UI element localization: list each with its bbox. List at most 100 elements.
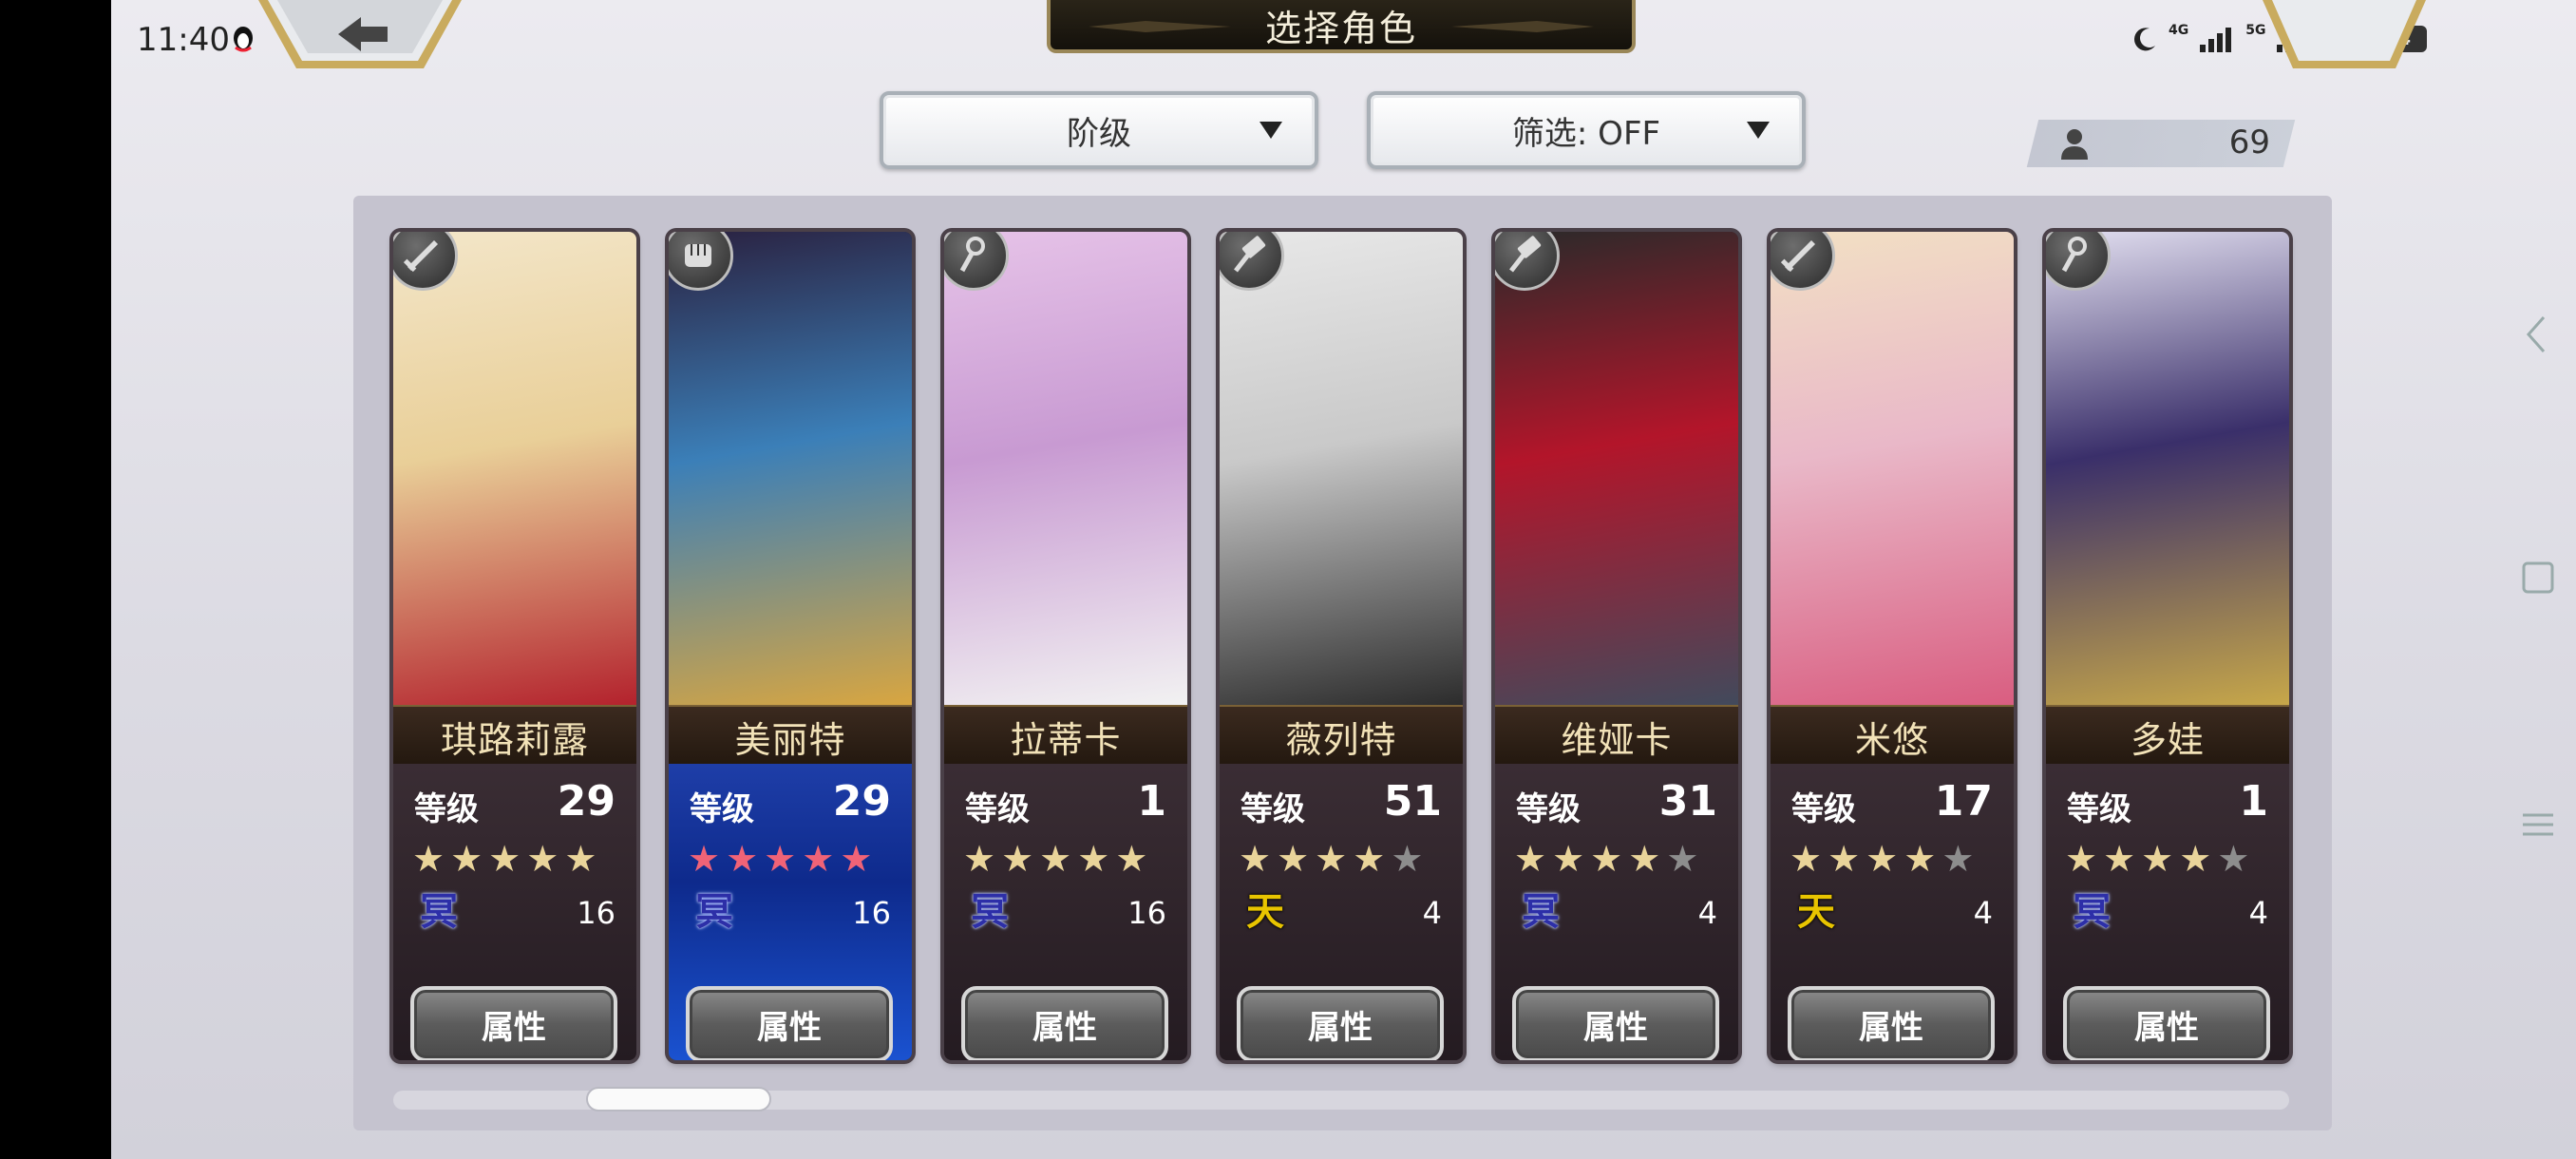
nav-back-icon[interactable] xyxy=(2521,314,2551,355)
sort-dropdown[interactable]: 阶级 xyxy=(880,91,1318,169)
attributes-button-label: 属性 xyxy=(2134,1008,2199,1047)
star-filled-icon: ★ xyxy=(726,838,759,880)
star-filled-icon: ★ xyxy=(1828,838,1861,880)
star-filled-icon: ★ xyxy=(526,838,559,880)
star-filled-icon: ★ xyxy=(2141,838,2174,880)
star-empty-icon: ★ xyxy=(2217,838,2250,880)
character-card[interactable]: 美丽特 等级 29 ★ ★ ★ ★ ★ 冥 16 属性 xyxy=(669,232,912,1060)
filter-dropdown[interactable]: 筛选: OFF xyxy=(1367,91,1806,169)
corner-ornament xyxy=(2263,0,2426,68)
character-card[interactable]: 多娃 等级 1 ★ ★ ★ ★ ★ 冥 4 属性 xyxy=(2046,232,2289,1060)
character-portrait[interactable] xyxy=(1220,232,1463,707)
character-card[interactable]: 薇列特 等级 51 ★ ★ ★ ★ ★ 天 4 属性 xyxy=(1220,232,1463,1060)
character-portrait[interactable] xyxy=(2046,232,2289,707)
network-4g-label: 4G xyxy=(2169,23,2189,38)
character-name: 拉蒂卡 xyxy=(1010,718,1122,761)
character-name: 多娃 xyxy=(2130,718,2205,761)
element-count: 16 xyxy=(852,895,891,931)
star-filled-icon: ★ xyxy=(963,838,996,880)
character-name: 米悠 xyxy=(1854,718,1929,761)
staff-icon xyxy=(2046,232,2111,291)
element-count: 4 xyxy=(1422,895,1442,931)
character-card[interactable]: 拉蒂卡 等级 1 ★ ★ ★ ★ ★ 冥 16 属性 xyxy=(944,232,1187,1060)
attributes-button[interactable]: 属性 xyxy=(2063,986,2270,1060)
element-count: 16 xyxy=(1127,895,1166,931)
character-name-bar: 米悠 xyxy=(1771,705,2014,766)
horizontal-scrollbar-thumb[interactable] xyxy=(586,1087,771,1112)
star-rating: ★ ★ ★ ★ ★ xyxy=(2065,840,2249,878)
status-time: 11:40 xyxy=(137,21,230,59)
level-value: 31 xyxy=(1658,777,1717,826)
character-count: 69 xyxy=(2228,124,2270,162)
character-name: 美丽特 xyxy=(734,718,846,761)
element-icon: 天 xyxy=(1246,890,1284,934)
attributes-button-label: 属性 xyxy=(1308,1008,1373,1047)
nav-home-icon[interactable] xyxy=(2521,560,2555,595)
attributes-button-label: 属性 xyxy=(1032,1008,1097,1047)
character-portrait[interactable] xyxy=(669,232,912,707)
star-filled-icon: ★ xyxy=(488,838,521,880)
character-card[interactable]: 米悠 等级 17 ★ ★ ★ ★ ★ 天 4 属性 xyxy=(1771,232,2014,1060)
element-icon: 冥 xyxy=(2073,890,2111,934)
character-stats: 等级 29 ★ ★ ★ ★ ★ 冥 16 属性 xyxy=(669,764,912,1060)
level-label: 等级 xyxy=(1516,790,1581,828)
star-filled-icon: ★ xyxy=(1866,838,1899,880)
star-rating: ★ ★ ★ ★ ★ xyxy=(412,840,597,878)
element-icon: 冥 xyxy=(695,890,733,934)
level-value: 1 xyxy=(1137,777,1166,826)
star-rating: ★ ★ ★ ★ ★ xyxy=(1790,840,1974,878)
star-empty-icon: ★ xyxy=(1941,838,1975,880)
character-name-bar: 薇列特 xyxy=(1220,705,1463,766)
character-portrait[interactable] xyxy=(393,232,636,707)
star-filled-icon: ★ xyxy=(412,838,445,880)
attributes-button[interactable]: 属性 xyxy=(410,986,617,1060)
element-count: 4 xyxy=(2248,895,2268,931)
title-ornament-right xyxy=(1451,21,1594,32)
character-portrait[interactable] xyxy=(1495,232,1738,707)
star-filled-icon: ★ xyxy=(1514,838,1547,880)
fist-icon xyxy=(669,232,733,291)
level-label: 等级 xyxy=(965,790,1030,828)
level-label: 等级 xyxy=(690,790,754,828)
character-name-bar: 维娅卡 xyxy=(1495,705,1738,766)
star-filled-icon: ★ xyxy=(1239,838,1272,880)
attributes-button[interactable]: 属性 xyxy=(961,986,1168,1060)
character-stats: 等级 29 ★ ★ ★ ★ ★ 冥 16 属性 xyxy=(393,764,636,1060)
level-value: 1 xyxy=(2239,777,2268,826)
star-filled-icon: ★ xyxy=(2179,838,2212,880)
star-filled-icon: ★ xyxy=(564,838,597,880)
element-icon: 冥 xyxy=(1522,890,1560,934)
star-filled-icon: ★ xyxy=(1590,838,1623,880)
star-filled-icon: ★ xyxy=(450,838,483,880)
sort-dropdown-label: 阶级 xyxy=(1067,114,1131,153)
title-ornament-left xyxy=(1089,21,1231,32)
star-rating: ★ ★ ★ ★ ★ xyxy=(1239,840,1423,878)
signal-icon xyxy=(2200,28,2232,52)
nav-menu-icon[interactable] xyxy=(2521,808,2555,842)
character-portrait[interactable] xyxy=(944,232,1187,707)
character-name: 维娅卡 xyxy=(1561,718,1673,761)
character-card[interactable]: 维娅卡 等级 31 ★ ★ ★ ★ ★ 冥 4 属性 xyxy=(1495,232,1738,1060)
character-stats: 等级 1 ★ ★ ★ ★ ★ 冥 16 属性 xyxy=(944,764,1187,1060)
character-name-bar: 美丽特 xyxy=(669,705,912,766)
star-empty-icon: ★ xyxy=(1391,838,1424,880)
character-stats: 等级 31 ★ ★ ★ ★ ★ 冥 4 属性 xyxy=(1495,764,1738,1060)
attributes-button[interactable]: 属性 xyxy=(1237,986,1444,1060)
user-icon xyxy=(2061,129,2088,160)
character-stats: 等级 17 ★ ★ ★ ★ ★ 天 4 属性 xyxy=(1771,764,2014,1060)
level-label: 等级 xyxy=(1791,790,1856,828)
back-button[interactable] xyxy=(255,0,465,70)
character-card[interactable]: 琪路莉露 等级 29 ★ ★ ★ ★ ★ 冥 16 属性 xyxy=(393,232,636,1060)
attributes-button[interactable]: 属性 xyxy=(686,986,893,1060)
attributes-button[interactable]: 属性 xyxy=(1788,986,1995,1060)
star-filled-icon: ★ xyxy=(1552,838,1585,880)
level-value: 29 xyxy=(557,777,616,826)
star-filled-icon: ★ xyxy=(1315,838,1348,880)
attributes-button-label: 属性 xyxy=(1859,1008,1923,1047)
attributes-button[interactable]: 属性 xyxy=(1512,986,1719,1060)
element-count: 4 xyxy=(1697,895,1717,931)
title-bar: 选择角色 xyxy=(1047,0,1636,53)
character-portrait[interactable] xyxy=(1771,232,2014,707)
star-filled-icon: ★ xyxy=(688,838,721,880)
page-title: 选择角色 xyxy=(1264,7,1417,49)
